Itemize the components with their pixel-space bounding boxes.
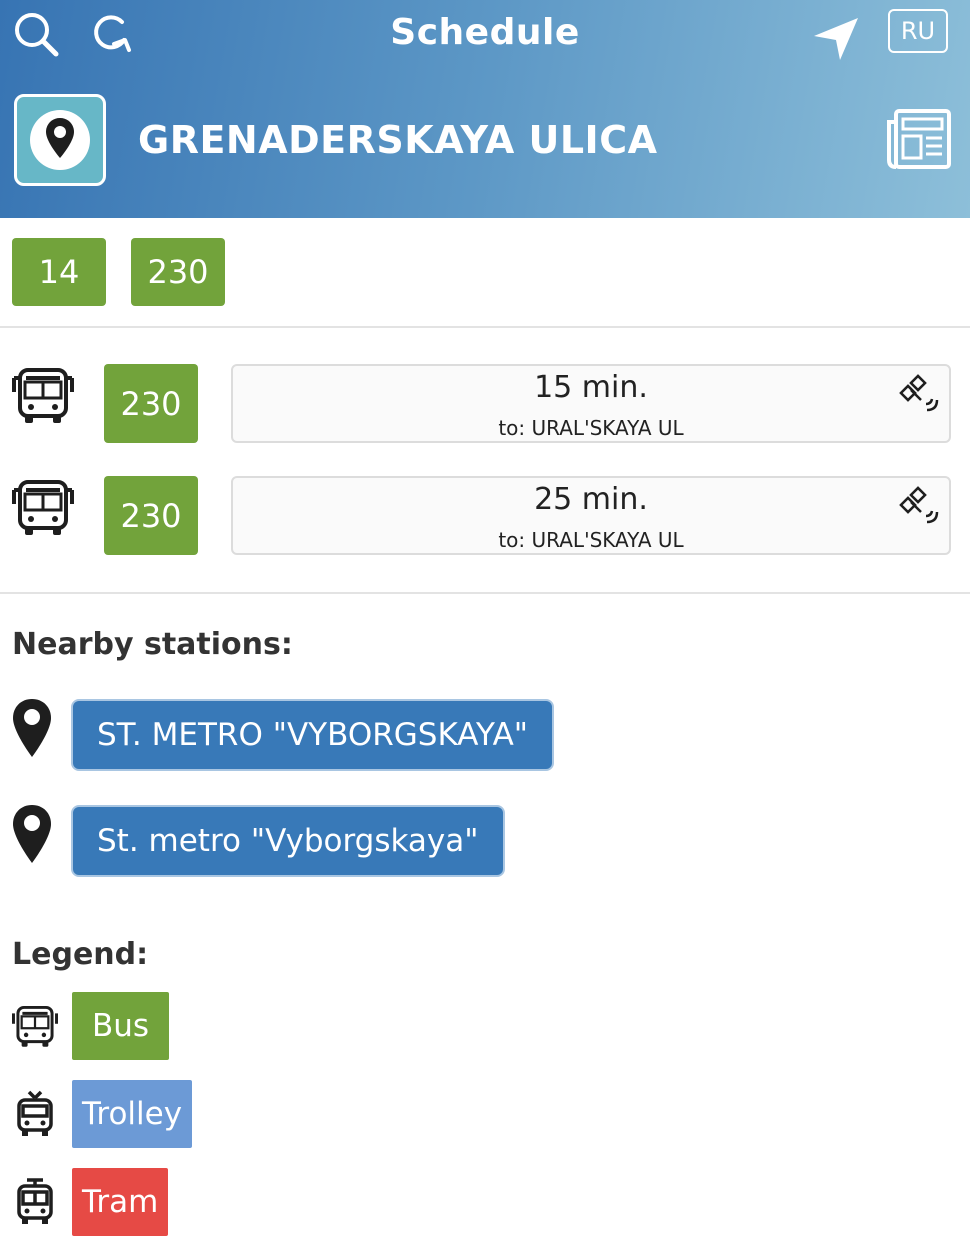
location-arrow-icon[interactable]	[810, 12, 862, 68]
arrival-card[interactable]: 25 min. to: URAL'SKAYA UL	[231, 476, 951, 555]
map-pin-icon	[45, 117, 75, 163]
stop-icon	[14, 94, 106, 186]
bus-icon	[12, 476, 74, 542]
route-chip-230[interactable]: 230	[131, 238, 225, 306]
nearby-heading: Nearby stations:	[12, 627, 293, 662]
divider	[0, 592, 970, 594]
arrival-time: 15 min.	[534, 370, 648, 405]
bus-icon	[12, 364, 74, 430]
satellite-icon	[899, 484, 941, 530]
arrival-route-badge[interactable]: 230	[104, 476, 198, 555]
route-chip-14[interactable]: 14	[12, 238, 106, 306]
arrival-destination: to: URAL'SKAYA UL	[498, 416, 684, 440]
legend-tram: Tram	[72, 1168, 169, 1236]
legend-trolley: Trolley	[72, 1080, 193, 1148]
map-pin-icon	[12, 804, 52, 868]
arrival-time: 25 min.	[534, 482, 648, 517]
app-header: Schedule RU GRENADERSKAYA ULICA	[0, 0, 970, 218]
bus-icon	[12, 1003, 58, 1053]
legend-heading: Legend:	[12, 937, 149, 972]
arrival-destination: to: URAL'SKAYA UL	[498, 528, 684, 552]
divider	[0, 326, 970, 328]
trolley-icon	[14, 1090, 56, 1142]
tram-icon	[14, 1178, 56, 1230]
language-button[interactable]: RU	[888, 9, 948, 53]
map-pin-icon	[12, 698, 52, 762]
nearby-station-button[interactable]: St. metro "Vyborgskaya"	[71, 805, 505, 877]
stop-name: GRENADERSKAYA ULICA	[138, 118, 658, 162]
arrival-card[interactable]: 15 min. to: URAL'SKAYA UL	[231, 364, 951, 443]
legend-bus: Bus	[72, 992, 170, 1060]
satellite-icon	[899, 372, 941, 418]
nearby-station-button[interactable]: ST. METRO "VYBORGSKAYA"	[71, 699, 555, 771]
news-icon[interactable]	[886, 108, 952, 174]
arrival-route-badge[interactable]: 230	[104, 364, 198, 443]
